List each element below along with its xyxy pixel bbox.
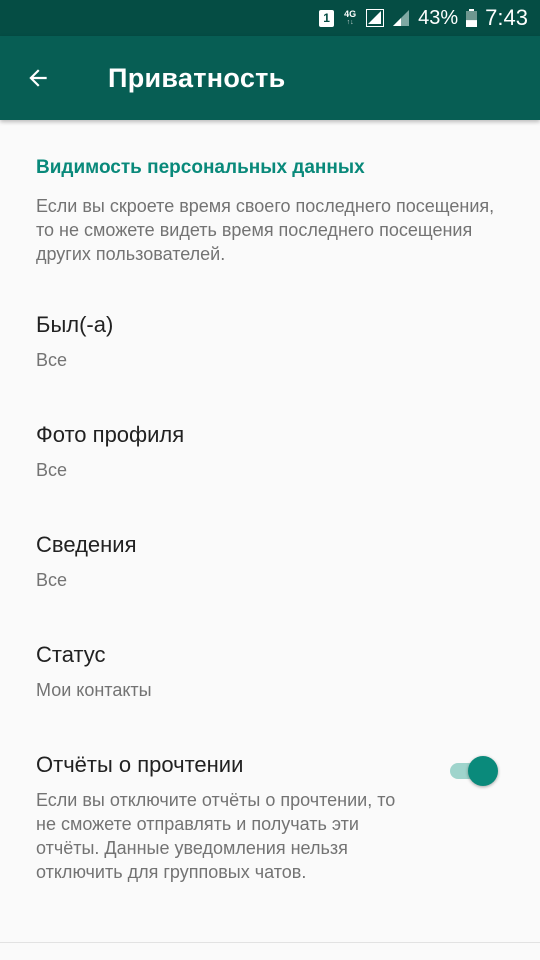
page-title: Приватность (108, 63, 286, 93)
network-type-label: 4G (344, 8, 357, 19)
data-arrows-icon: ↑↓ (346, 18, 354, 26)
setting-value: Все (36, 350, 68, 370)
sim-icon: 1 (319, 9, 335, 27)
setting-title: Статус (36, 642, 106, 667)
setting-title: Фото профиля (36, 422, 185, 447)
battery-percent: 43% (418, 6, 459, 29)
divider (0, 942, 540, 943)
app-toolbar: Приватность (0, 36, 540, 120)
setting-read-receipts[interactable]: Отчёты о прочтении Если вы отключите отч… (0, 752, 540, 942)
read-receipts-toggle[interactable] (446, 755, 502, 786)
clock: 7:43 (485, 5, 528, 30)
network-type-icon: 4G ↑↓ (342, 7, 358, 29)
signal-sim1-icon (366, 9, 385, 27)
battery-icon (466, 9, 478, 27)
back-button[interactable] (14, 54, 62, 102)
status-bar: 1 4G ↑↓ 43% 7:43 (0, 0, 540, 36)
arrow-back-icon (29, 69, 47, 87)
setting-title: Был(-а) (36, 312, 114, 337)
setting-value: Все (36, 570, 68, 590)
setting-about[interactable]: Сведения Все (0, 532, 540, 642)
setting-description: Если вы отключите отчёты о прочтении, то… (36, 790, 396, 882)
setting-title: Отчёты о прочтении (36, 752, 244, 777)
status-icons: 1 4G ↑↓ 43% 7:43 (319, 0, 528, 36)
setting-status[interactable]: Статус Мои контакты (0, 642, 540, 752)
section-header: Видимость персональных данных (36, 157, 365, 178)
toggle-thumb (468, 756, 498, 786)
section-description: Если вы скроете время своего последнего … (36, 196, 495, 264)
setting-value: Мои контакты (36, 680, 152, 700)
setting-profile-photo[interactable]: Фото профиля Все (0, 422, 540, 532)
setting-title: Сведения (36, 532, 137, 557)
setting-value: Все (36, 460, 68, 480)
signal-sim2-icon (393, 10, 410, 26)
setting-last-seen[interactable]: Был(-а) Все (0, 312, 540, 422)
